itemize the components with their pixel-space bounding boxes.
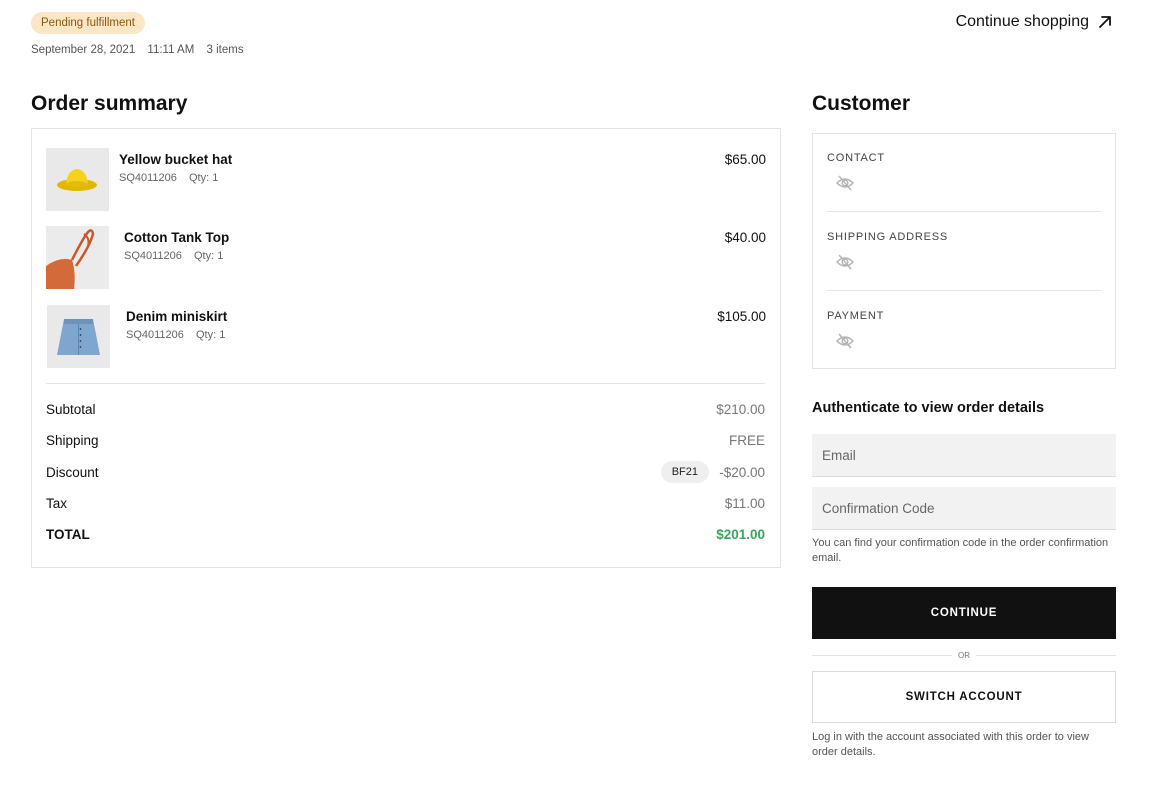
product-thumbnail xyxy=(47,305,110,368)
item-name: Yellow bucket hat xyxy=(119,152,233,167)
email-input[interactable] xyxy=(812,434,1116,477)
customer-title: Customer xyxy=(812,92,911,115)
customer-divider xyxy=(827,290,1101,291)
shipping-row: Shipping FREE xyxy=(46,433,765,453)
switch-account-hint: Log in with the account associated with … xyxy=(812,731,1089,758)
denim-skirt-image xyxy=(47,305,110,368)
discount-value: -$20.00 xyxy=(719,465,765,480)
order-summary-panel: Yellow bucket hat SQ4011206 Qty: 1 $65.0… xyxy=(31,128,781,568)
line-item: Yellow bucket hat SQ4011206 Qty: 1 $65.0… xyxy=(46,148,766,212)
auth-title: Authenticate to view order details xyxy=(812,400,1045,416)
shipping-value: FREE xyxy=(728,433,765,448)
item-price: $65.00 xyxy=(724,152,766,167)
tax-label: Tax xyxy=(46,496,68,511)
shipping-address-section: SHIPPING ADDRESS xyxy=(827,231,1101,277)
payment-label: PAYMENT xyxy=(827,310,885,322)
contact-section: CONTACT xyxy=(827,152,1101,198)
continue-button[interactable]: CONTINUE xyxy=(812,587,1116,639)
product-thumbnail xyxy=(46,148,109,211)
confirmation-code-hint: You can find your confirmation code in t… xyxy=(812,537,1109,564)
arrow-up-right-icon xyxy=(1099,16,1111,28)
or-separator: OR xyxy=(812,649,1116,663)
discount-row: Discount BF21 -$20.00 xyxy=(46,461,765,485)
item-sku: SQ4011206 xyxy=(126,329,184,341)
tax-value: $11.00 xyxy=(724,496,765,511)
bucket-hat-image xyxy=(46,148,109,211)
shipping-label: Shipping xyxy=(46,433,99,448)
continue-shopping-link[interactable]: Continue shopping xyxy=(956,13,1113,31)
subtotal-row: Subtotal $210.00 xyxy=(46,402,765,422)
subtotal-label: Subtotal xyxy=(46,402,96,417)
customer-divider xyxy=(827,211,1101,212)
or-line-right xyxy=(976,655,1116,656)
item-meta: SQ4011206 Qty: 1 xyxy=(119,172,227,184)
subtotal-value: $210.00 xyxy=(716,402,765,417)
item-name: Denim miniskirt xyxy=(126,309,228,324)
line-item: Cotton Tank Top SQ4011206 Qty: 1 $40.00 xyxy=(46,226,766,290)
order-meta: September 28, 2021 11:11 AM 3 items xyxy=(31,44,253,56)
status-badge: Pending fulfillment xyxy=(31,12,145,34)
summary-divider xyxy=(46,383,765,384)
line-item: Denim miniskirt SQ4011206 Qty: 1 $105.00 xyxy=(46,305,766,369)
eye-off-icon xyxy=(835,175,855,191)
payment-section: PAYMENT xyxy=(827,310,1101,356)
order-time: 11:11 AM xyxy=(147,44,195,56)
customer-panel: CONTACT SHIPPING ADDRESS PAYMENT xyxy=(812,133,1116,369)
item-meta: SQ4011206 Qty: 1 xyxy=(126,329,234,341)
order-summary-title: Order summary xyxy=(31,92,188,115)
discount-code-chip: BF21 xyxy=(660,461,709,483)
total-value: $201.00 xyxy=(716,527,765,542)
confirmation-code-input[interactable] xyxy=(812,487,1116,530)
total-row: TOTAL $201.00 xyxy=(46,527,765,547)
tax-row: Tax $11.00 xyxy=(46,496,765,516)
eye-off-icon xyxy=(835,254,855,270)
item-name: Cotton Tank Top xyxy=(124,230,230,245)
contact-label: CONTACT xyxy=(827,152,885,164)
total-label: TOTAL xyxy=(46,527,90,542)
order-item-count: 3 items xyxy=(206,44,244,56)
item-qty: Qty: 1 xyxy=(193,250,224,262)
item-meta: SQ4011206 Qty: 1 xyxy=(124,250,232,262)
item-price: $40.00 xyxy=(724,230,766,245)
item-sku: SQ4011206 xyxy=(119,172,177,184)
item-qty: Qty: 1 xyxy=(195,329,226,341)
item-sku: SQ4011206 xyxy=(124,250,182,262)
item-qty: Qty: 1 xyxy=(188,172,219,184)
switch-account-button[interactable]: SWITCH ACCOUNT xyxy=(812,671,1116,723)
continue-shopping-label: Continue shopping xyxy=(955,13,1089,30)
shipping-address-label: SHIPPING ADDRESS xyxy=(827,231,948,243)
order-date: September 28, 2021 xyxy=(31,44,136,56)
eye-off-icon xyxy=(835,333,855,349)
item-price: $105.00 xyxy=(717,309,766,324)
discount-label: Discount xyxy=(46,465,99,480)
tank-top-image xyxy=(46,226,109,289)
product-thumbnail xyxy=(46,226,109,289)
